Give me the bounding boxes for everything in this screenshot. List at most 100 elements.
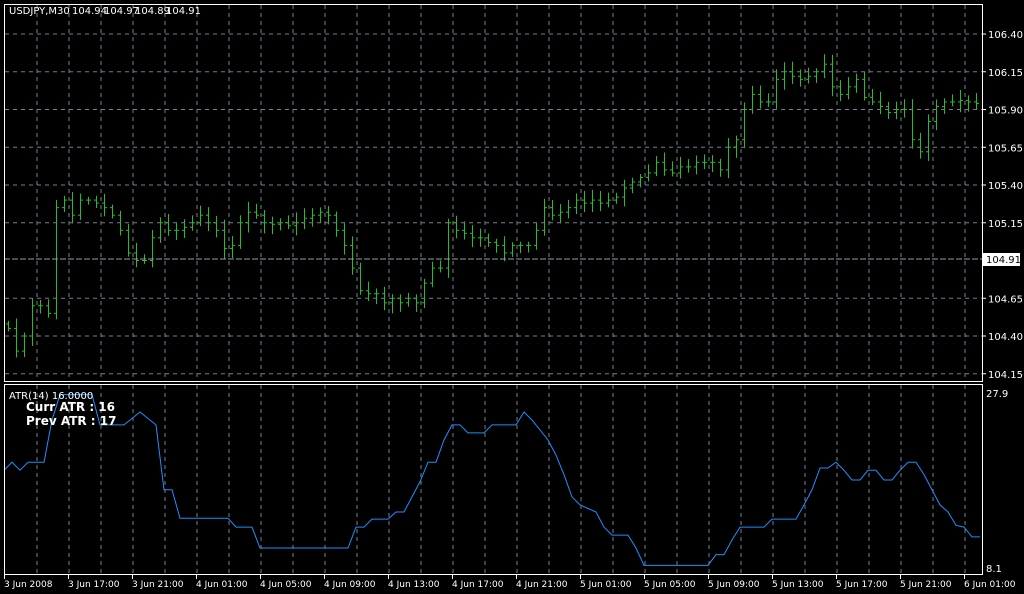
price-bar bbox=[86, 196, 91, 205]
price-bar bbox=[566, 199, 571, 219]
price-bar bbox=[14, 318, 19, 358]
price-bar bbox=[278, 218, 283, 231]
time-tick-label: 5 Jun 01:00 bbox=[580, 580, 632, 590]
price-bar bbox=[958, 89, 963, 113]
price-bar bbox=[350, 236, 355, 275]
price-bar bbox=[358, 262, 363, 295]
price-bar bbox=[590, 189, 595, 213]
price-bars bbox=[6, 54, 979, 358]
price-bar bbox=[214, 215, 219, 238]
price-bar bbox=[78, 193, 83, 220]
price-bar bbox=[406, 292, 411, 307]
price-bar bbox=[286, 215, 291, 230]
price-bar bbox=[206, 207, 211, 231]
price-bar bbox=[238, 215, 243, 249]
price-bar bbox=[542, 198, 547, 236]
ohlc-low: 104.89 bbox=[135, 6, 170, 17]
price-bar bbox=[702, 154, 707, 170]
price-bar bbox=[318, 207, 323, 223]
price-bar bbox=[198, 205, 203, 227]
price-bar bbox=[246, 201, 251, 233]
price-bar bbox=[102, 193, 107, 217]
price-bar bbox=[462, 221, 467, 240]
price-bar bbox=[558, 204, 563, 224]
price-bar bbox=[414, 294, 419, 312]
atr-line bbox=[3, 394, 980, 566]
price-bar bbox=[254, 203, 259, 219]
price-tick-label: 104.40 bbox=[988, 332, 1023, 343]
price-bar bbox=[262, 210, 267, 234]
price-bar bbox=[518, 241, 523, 254]
time-tick-label: 4 Jun 01:00 bbox=[196, 580, 248, 590]
price-bar bbox=[502, 236, 507, 262]
ohlc-close: 104.91 bbox=[166, 6, 201, 17]
price-bar bbox=[326, 206, 331, 225]
price-bar bbox=[70, 192, 75, 224]
price-bar bbox=[126, 223, 131, 257]
time-tick-label: 5 Jun 09:00 bbox=[708, 580, 760, 590]
price-tick-label: 105.15 bbox=[988, 219, 1023, 230]
price-bar bbox=[934, 99, 939, 131]
price-tick-label: 105.90 bbox=[988, 106, 1023, 117]
price-bar bbox=[334, 211, 339, 237]
prev-atr-label: Prev ATR : 17 bbox=[26, 414, 117, 428]
price-bar bbox=[774, 69, 779, 109]
price-bar bbox=[646, 164, 651, 182]
curr-atr-label: Curr ATR : 16 bbox=[26, 400, 115, 414]
price-bar bbox=[878, 91, 883, 115]
price-tick-label: 106.15 bbox=[988, 68, 1023, 79]
price-bar bbox=[678, 157, 683, 179]
price-bar bbox=[526, 241, 531, 253]
price-bar bbox=[942, 98, 947, 114]
price-bar bbox=[550, 200, 555, 221]
price-bar bbox=[598, 190, 603, 212]
price-bar bbox=[430, 261, 435, 288]
price-bar bbox=[398, 294, 403, 312]
price-tick-label: 105.65 bbox=[988, 143, 1023, 154]
symbol-label: USDJPY,M30 bbox=[9, 6, 70, 17]
price-bar bbox=[174, 223, 179, 241]
time-axis: 3 Jun 2008 3 Jun 17:00 3 Jun 21:00 4 Jun 01… bbox=[4, 575, 1016, 590]
time-tick-label: 3 Jun 2008 bbox=[4, 580, 53, 590]
price-bar bbox=[134, 242, 139, 268]
price-bar bbox=[534, 222, 539, 250]
price-panel-border bbox=[4, 4, 983, 382]
time-tick-label: 5 Jun 13:00 bbox=[772, 580, 824, 590]
price-bar bbox=[38, 299, 43, 314]
price-bar bbox=[582, 190, 587, 213]
time-tick-label: 4 Jun 05:00 bbox=[260, 580, 312, 590]
price-bar bbox=[694, 155, 699, 175]
price-bar bbox=[950, 94, 955, 107]
price-bar bbox=[6, 320, 11, 332]
price-bar bbox=[838, 80, 843, 102]
ohlc-open: 104.94 bbox=[72, 6, 107, 17]
price-bar bbox=[806, 67, 811, 84]
time-tick-label: 3 Jun 17:00 bbox=[68, 580, 120, 590]
price-bar bbox=[766, 93, 771, 107]
price-bar bbox=[46, 299, 51, 318]
price-bar bbox=[294, 212, 299, 236]
price-bar bbox=[374, 288, 379, 305]
price-bar bbox=[486, 233, 491, 247]
time-tick-label: 5 Jun 17:00 bbox=[836, 580, 888, 590]
price-bar bbox=[974, 93, 979, 110]
price-bar bbox=[830, 54, 835, 97]
price-bar bbox=[150, 229, 155, 268]
grid bbox=[5, 5, 982, 574]
time-tick-label: 4 Jun 13:00 bbox=[388, 580, 440, 590]
time-tick-label: 3 Jun 21:00 bbox=[132, 580, 184, 590]
price-bar bbox=[854, 73, 859, 93]
price-bar bbox=[270, 216, 275, 235]
price-bar bbox=[310, 208, 315, 227]
price-bar bbox=[222, 219, 227, 259]
price-bar bbox=[30, 298, 35, 346]
price-bar bbox=[494, 238, 499, 253]
price-bar bbox=[446, 218, 451, 278]
price-bar bbox=[94, 195, 99, 209]
trading-chart[interactable]: USDJPY,M30 104.94 104.97 104.89 104.91 A… bbox=[0, 0, 1024, 594]
price-bar bbox=[622, 179, 627, 207]
time-tick-label: 5 Jun 05:00 bbox=[644, 580, 696, 590]
price-bar bbox=[654, 156, 659, 177]
price-bar bbox=[606, 192, 611, 208]
time-tick-label: 6 Jun 01:00 bbox=[964, 580, 1016, 590]
